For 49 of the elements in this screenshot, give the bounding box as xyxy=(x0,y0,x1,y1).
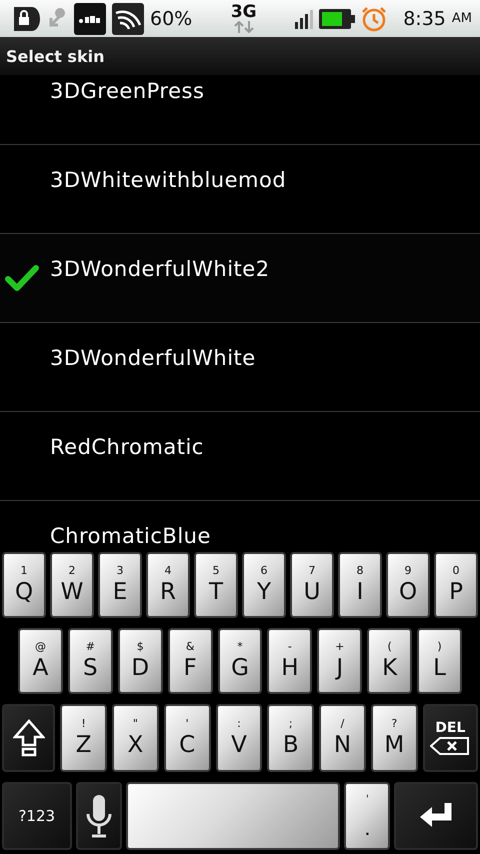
key[interactable]: " X xyxy=(112,704,159,772)
key[interactable]: * G xyxy=(218,628,262,694)
skin-option[interactable]: 3DWonderfulWhite2 xyxy=(0,234,480,323)
key[interactable]: + J xyxy=(317,628,362,694)
key[interactable]: 6 Y xyxy=(242,552,286,618)
clock-time: 8:35 xyxy=(403,8,446,30)
delete-key[interactable]: DEL xyxy=(422,704,478,772)
key[interactable]: $ D xyxy=(118,628,163,694)
key[interactable]: 9 O xyxy=(386,552,430,618)
key[interactable]: @ A xyxy=(18,628,63,694)
key[interactable]: ! Z xyxy=(60,704,107,772)
key[interactable]: ) L xyxy=(417,628,462,694)
key[interactable]: ( K xyxy=(367,628,412,694)
key[interactable]: 8 I xyxy=(338,552,382,618)
key[interactable]: 1 Q xyxy=(2,552,46,618)
check-icon xyxy=(5,264,39,292)
key[interactable]: ? M xyxy=(370,704,418,772)
key[interactable]: 2 W xyxy=(50,552,94,618)
key[interactable]: : V xyxy=(216,704,262,772)
key[interactable]: ' C xyxy=(164,704,211,772)
signal-bars-icon xyxy=(295,8,314,28)
am-pm: AM xyxy=(452,11,472,26)
signal-dots-icon xyxy=(74,2,106,34)
shift-key[interactable] xyxy=(2,704,56,772)
battery-percent: 60% xyxy=(150,8,192,30)
alarm-clock-icon xyxy=(361,6,388,32)
key[interactable]: 4 R xyxy=(146,552,190,618)
symbols-key[interactable]: ?123 xyxy=(2,782,72,850)
key[interactable]: ; B xyxy=(267,704,314,772)
key[interactable]: 0 P xyxy=(434,552,478,618)
punctuation-key[interactable]: ' . xyxy=(344,782,390,850)
key[interactable]: # S xyxy=(68,628,113,694)
key[interactable]: / N xyxy=(319,704,366,772)
data-arrows-icon xyxy=(232,21,255,33)
key[interactable]: 7 U xyxy=(290,552,334,618)
space-bar[interactable] xyxy=(126,782,340,850)
key[interactable]: & F xyxy=(168,628,213,694)
dialog-title: Select skin xyxy=(6,46,104,66)
wireless-icon xyxy=(112,2,144,34)
key[interactable]: 5 T xyxy=(194,552,238,618)
microphone-key[interactable] xyxy=(76,782,122,850)
battery-icon xyxy=(319,8,356,28)
key[interactable]: 3 E xyxy=(98,552,142,618)
enter-key[interactable] xyxy=(394,782,478,850)
key[interactable]: - H xyxy=(267,628,312,694)
network-type: 3G xyxy=(230,4,257,21)
backspace-icon xyxy=(430,736,470,755)
shift-icon xyxy=(12,719,45,757)
microphone-icon xyxy=(86,794,112,838)
